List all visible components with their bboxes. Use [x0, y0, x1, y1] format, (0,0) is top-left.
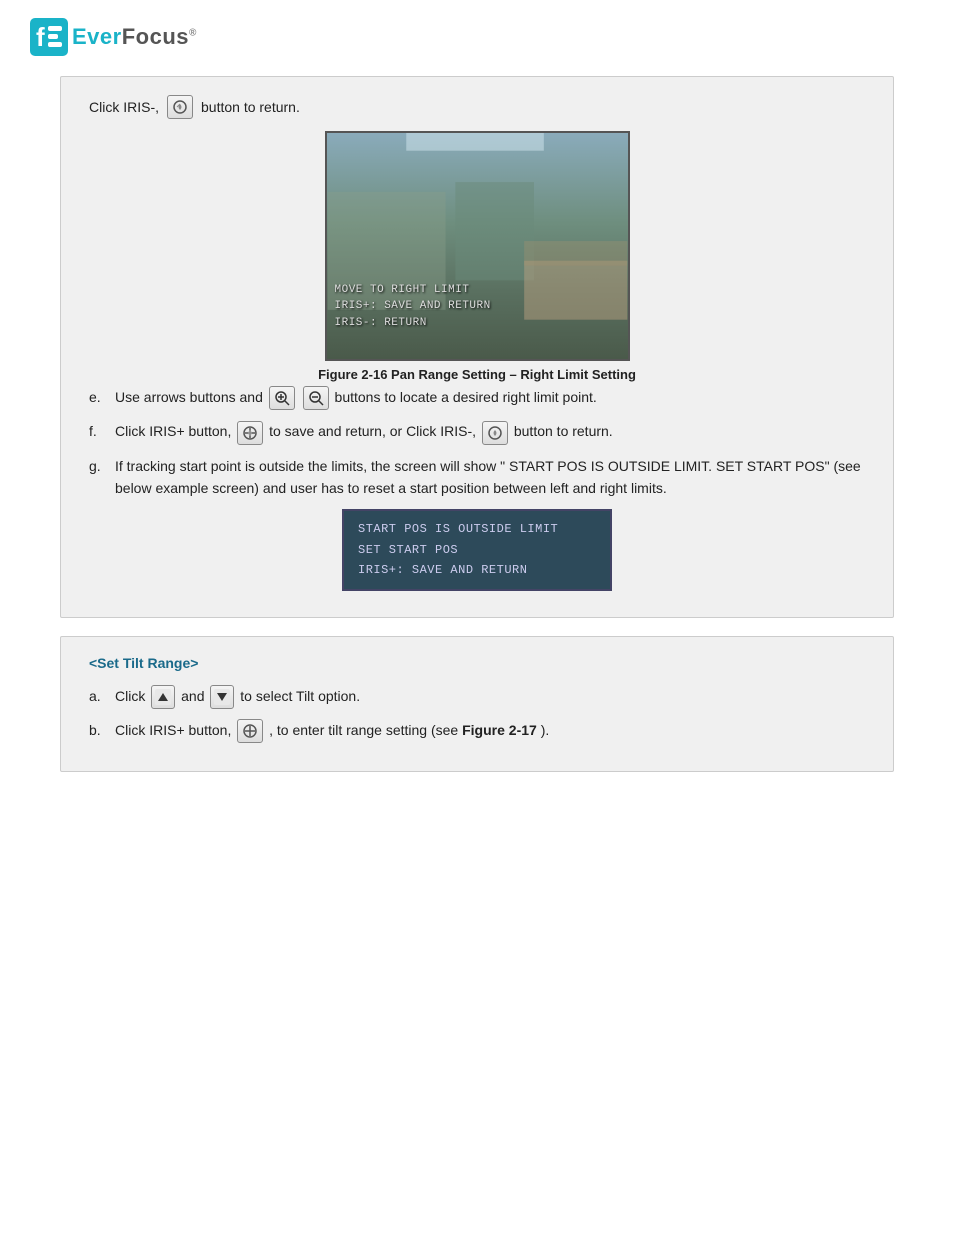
arrow-up-icon[interactable]: [151, 685, 175, 709]
list-label-b: b.: [89, 719, 107, 741]
list-label-f: f.: [89, 420, 107, 442]
logo-reg: ®: [189, 28, 197, 39]
item-a-text-before: Click: [115, 688, 145, 704]
iris-plus-icon-b[interactable]: [237, 719, 263, 743]
header: f EverFocus®: [0, 0, 954, 66]
item-b-text-after: , to enter tilt range setting (see: [269, 722, 458, 738]
osd-line-2: SET START POS: [358, 540, 596, 560]
list-label-a: a.: [89, 685, 107, 707]
iris-minus-icon[interactable]: [167, 95, 193, 119]
pan-range-section: Click IRIS-, button to return.: [60, 76, 894, 618]
zoom-out-icon[interactable]: [303, 386, 329, 410]
item-g-text: If tracking start point is outside the l…: [115, 458, 861, 496]
item-f-text-before: Click IRIS+ button,: [115, 423, 231, 439]
cam-osd-overlay: MOVE TO RIGHT LIMIT IRIS+: SAVE AND RETU…: [335, 282, 491, 332]
osd-screen: START POS IS OUTSIDE LIMIT SET START POS…: [342, 509, 612, 590]
cam-osd-line-3: IRIS-: RETURN: [335, 315, 491, 332]
tilt-range-section: <Set Tilt Range> a. Click and: [60, 636, 894, 773]
list-item-e: e. Use arrows buttons and: [89, 386, 865, 410]
item-b-bold-text: Figure 2-17: [462, 722, 537, 738]
list-content-f: Click IRIS+ button, to save and return, …: [115, 420, 865, 444]
osd-line-1: START POS IS OUTSIDE LIMIT: [358, 519, 596, 539]
item-a-text-end: to select Tilt option.: [240, 688, 360, 704]
logo-ever: Ever: [72, 24, 122, 49]
item-f-text-after: button to return.: [514, 423, 613, 439]
intro-line: Click IRIS-, button to return.: [89, 95, 865, 119]
list-item-g: g. If tracking start point is outside th…: [89, 455, 865, 500]
arrow-down-icon[interactable]: [210, 685, 234, 709]
item-b-text-before: Click IRIS+ button,: [115, 722, 231, 738]
everfocus-logo-icon: f: [30, 18, 68, 56]
intro-text-before: Click IRIS-,: [89, 99, 159, 115]
item-a-text-and: and: [181, 688, 204, 704]
tilt-range-title: <Set Tilt Range>: [89, 655, 865, 671]
item-b-text-end: ).: [541, 722, 550, 738]
logo-container: f EverFocus®: [30, 18, 924, 56]
cam-osd-line-2: IRIS+: SAVE AND RETURN: [335, 298, 491, 315]
list-content-b: Click IRIS+ button, , to enter tilt rang…: [115, 719, 865, 743]
list-label-e: e.: [89, 386, 107, 408]
list-label-g: g.: [89, 455, 107, 477]
list-item-f: f. Click IRIS+ button, to save and retur…: [89, 420, 865, 444]
item-e-text-before: Use arrows buttons and: [115, 389, 263, 405]
camera-screenshot: MOVE TO RIGHT LIMIT IRIS+: SAVE AND RETU…: [325, 131, 630, 361]
page: f EverFocus® Click IRIS-,: [0, 0, 954, 1235]
svg-text:f: f: [36, 22, 45, 52]
figure-caption-2-16: Figure 2-16 Pan Range Setting – Right Li…: [89, 367, 865, 382]
list-content-g: If tracking start point is outside the l…: [115, 455, 865, 500]
zoom-in-icon[interactable]: [269, 386, 295, 410]
main-content: Click IRIS-, button to return.: [0, 66, 954, 810]
osd-screen-box: START POS IS OUTSIDE LIMIT SET START POS…: [89, 509, 865, 590]
list-content-e: Use arrows buttons and: [115, 386, 865, 410]
cam-osd-line-1: MOVE TO RIGHT LIMIT: [335, 282, 491, 299]
list-content-a: Click and: [115, 685, 865, 709]
list-item-b: b. Click IRIS+ button, , to enter tilt r…: [89, 719, 865, 743]
iris-minus-icon-f[interactable]: [482, 421, 508, 445]
osd-line-3: IRIS+: SAVE AND RETURN: [358, 560, 596, 580]
item-f-text-middle: to save and return, or Click IRIS-,: [269, 423, 476, 439]
camera-screenshot-wrap: MOVE TO RIGHT LIMIT IRIS+: SAVE AND RETU…: [89, 131, 865, 361]
list-item-a: a. Click and: [89, 685, 865, 709]
logo-focus: Focus: [122, 24, 189, 49]
intro-text-after: button to return.: [201, 99, 300, 115]
iris-plus-icon-f[interactable]: [237, 421, 263, 445]
logo-wordmark: EverFocus®: [72, 24, 197, 50]
item-e-text-after: buttons to locate a desired right limit …: [335, 389, 597, 405]
